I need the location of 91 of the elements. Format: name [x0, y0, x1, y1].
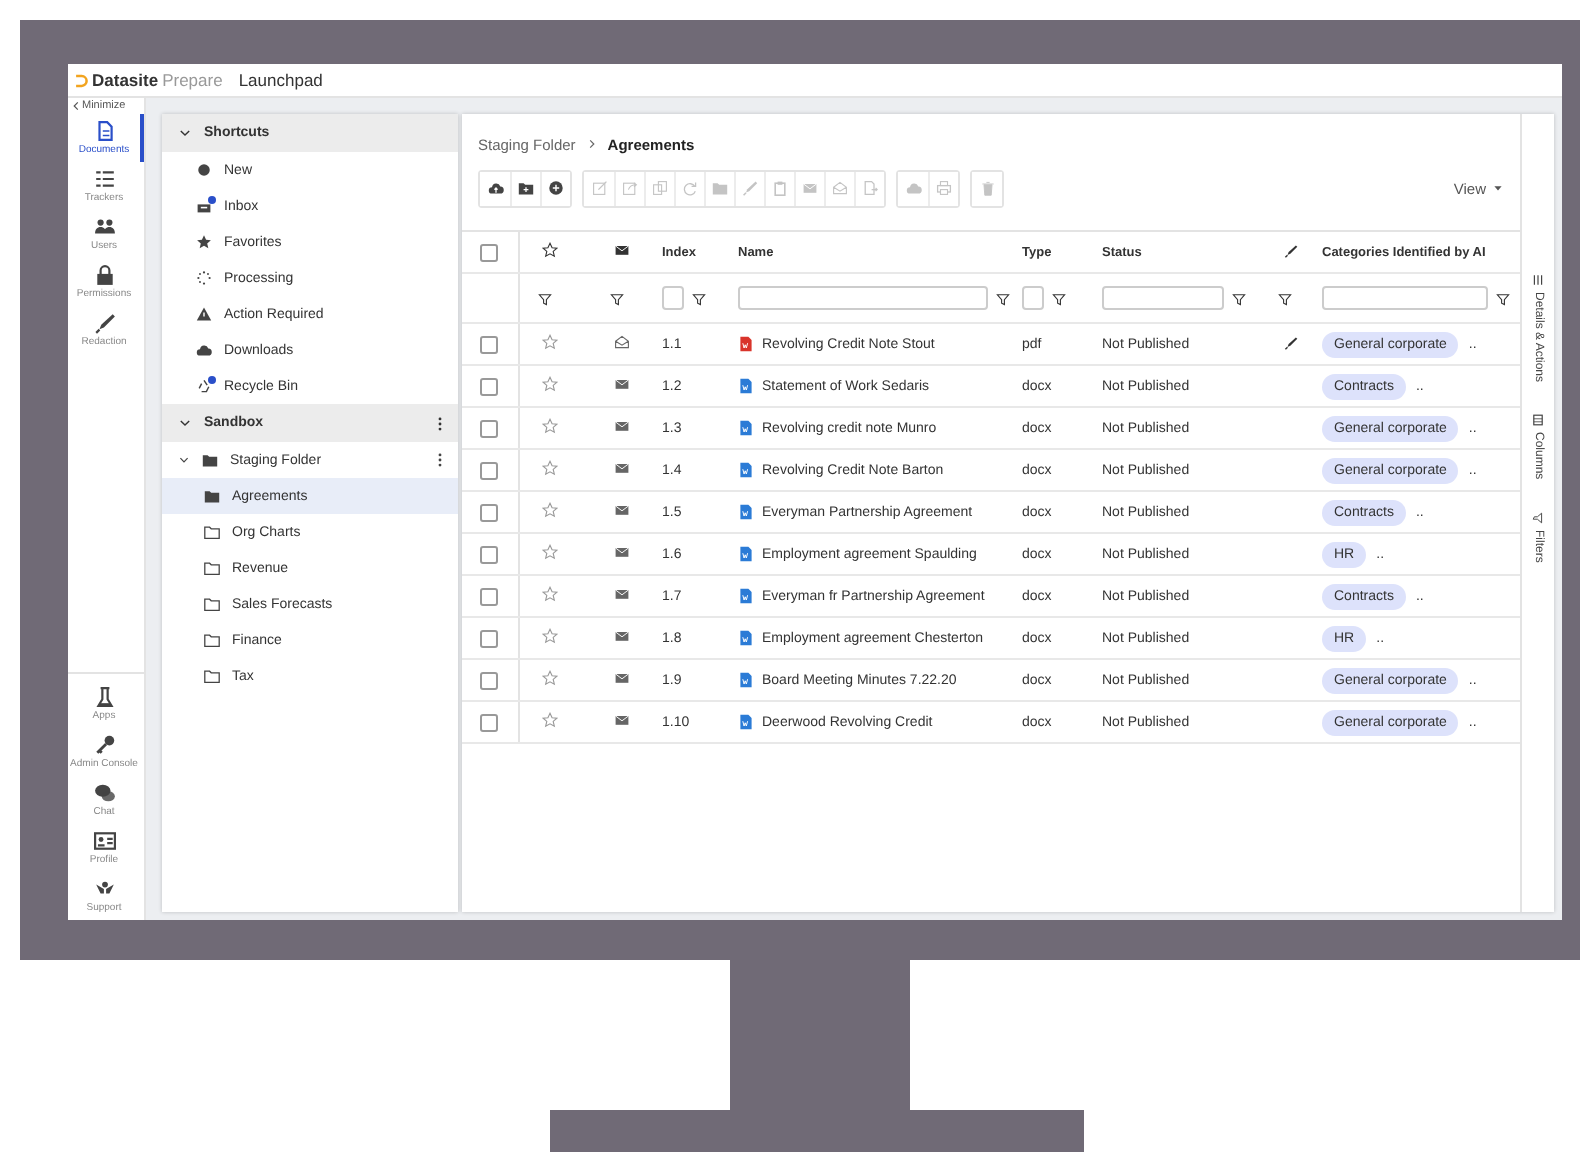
folder-plus-icon — [518, 180, 534, 196]
folder-icon — [204, 632, 220, 648]
printer-icon — [936, 180, 952, 196]
users-icon — [93, 216, 115, 238]
star-icon[interactable] — [542, 334, 558, 350]
list-icon — [1532, 274, 1544, 286]
filter-icon[interactable] — [537, 291, 551, 305]
flask-icon — [93, 686, 115, 708]
logo-text: Datasite — [92, 70, 159, 90]
checkbox[interactable] — [480, 587, 498, 605]
lock-icon — [93, 264, 115, 286]
checkbox[interactable] — [480, 243, 498, 261]
folder-icon — [712, 180, 728, 196]
folder-icon — [204, 596, 220, 612]
folder-icon — [204, 668, 220, 684]
pen-icon — [742, 180, 758, 196]
star-icon[interactable] — [542, 460, 558, 476]
star-icon[interactable] — [542, 628, 558, 644]
trash-icon — [979, 180, 995, 196]
cloud-icon — [196, 342, 212, 358]
warning-icon — [196, 306, 212, 322]
cloud-icon — [905, 180, 921, 196]
pen-icon — [93, 312, 115, 334]
redo-icon — [682, 180, 698, 196]
export-icon — [862, 180, 878, 196]
filter-icon[interactable] — [996, 291, 1010, 305]
page-title: Launchpad — [238, 70, 323, 90]
pen-icon[interactable] — [1283, 243, 1297, 257]
star-icon[interactable] — [542, 502, 558, 518]
star-icon[interactable] — [542, 544, 558, 560]
checkbox[interactable] — [480, 545, 498, 563]
toolbar-button[interactable] — [480, 171, 510, 205]
folder-icon — [202, 452, 218, 468]
filter-icon[interactable] — [1277, 291, 1291, 305]
star-icon[interactable] — [542, 242, 558, 258]
edit-icon — [591, 180, 607, 196]
document-icon — [93, 120, 115, 142]
checkbox[interactable] — [480, 629, 498, 647]
filter-icon — [1532, 511, 1544, 524]
filter-icon[interactable] — [609, 291, 623, 305]
upload-icon — [487, 180, 503, 196]
checkbox[interactable] — [480, 419, 498, 437]
folder-icon — [204, 524, 220, 540]
key-icon — [93, 734, 115, 756]
product-name: Prepare — [162, 70, 223, 90]
filter-icon[interactable] — [1232, 291, 1246, 305]
toolbar-button[interactable] — [540, 171, 570, 205]
copy-icon — [652, 180, 668, 196]
filter-field[interactable] — [1102, 286, 1224, 310]
list-icon — [93, 168, 115, 190]
caret-icon — [1492, 182, 1504, 194]
envelope-icon[interactable] — [614, 242, 630, 258]
chevron-icon[interactable] — [178, 454, 190, 466]
envelope-icon — [802, 180, 818, 196]
clipboard-icon — [772, 180, 788, 196]
share-icon — [622, 180, 638, 196]
star-icon — [196, 234, 212, 250]
logo-icon — [74, 73, 88, 87]
chevron-icon — [178, 416, 192, 430]
star-icon[interactable] — [542, 586, 558, 602]
chevron-icon — [585, 138, 598, 150]
columns-icon — [1532, 414, 1544, 427]
checkbox[interactable] — [480, 713, 498, 731]
chat-icon — [93, 782, 115, 804]
filter-icon[interactable] — [1052, 291, 1066, 305]
filter-field[interactable] — [738, 286, 988, 310]
chevron-icon — [70, 100, 82, 112]
checkbox[interactable] — [480, 461, 498, 479]
open-envelope-icon — [832, 180, 848, 196]
checkbox[interactable] — [480, 503, 498, 521]
plus-circle-icon — [548, 180, 564, 196]
checkbox[interactable] — [480, 377, 498, 395]
star-icon[interactable] — [542, 418, 558, 434]
folder-icon — [204, 488, 220, 504]
recycle-icon — [196, 378, 212, 394]
inbox-icon — [196, 198, 212, 214]
filter-icon[interactable] — [692, 291, 706, 305]
filter-field[interactable] — [1022, 286, 1044, 310]
filter-field[interactable] — [1322, 286, 1488, 310]
folder-icon — [204, 560, 220, 576]
star-icon[interactable] — [542, 712, 558, 728]
star-icon[interactable] — [542, 670, 558, 686]
id-card-icon — [93, 830, 115, 852]
checkbox[interactable] — [480, 671, 498, 689]
checkbox[interactable] — [480, 335, 498, 353]
toolbar-button[interactable] — [510, 171, 540, 205]
dot-icon — [196, 162, 212, 178]
filter-icon[interactable] — [1496, 291, 1510, 305]
filter-field[interactable] — [662, 286, 684, 310]
star-icon[interactable] — [542, 376, 558, 392]
chevron-icon — [178, 126, 192, 140]
